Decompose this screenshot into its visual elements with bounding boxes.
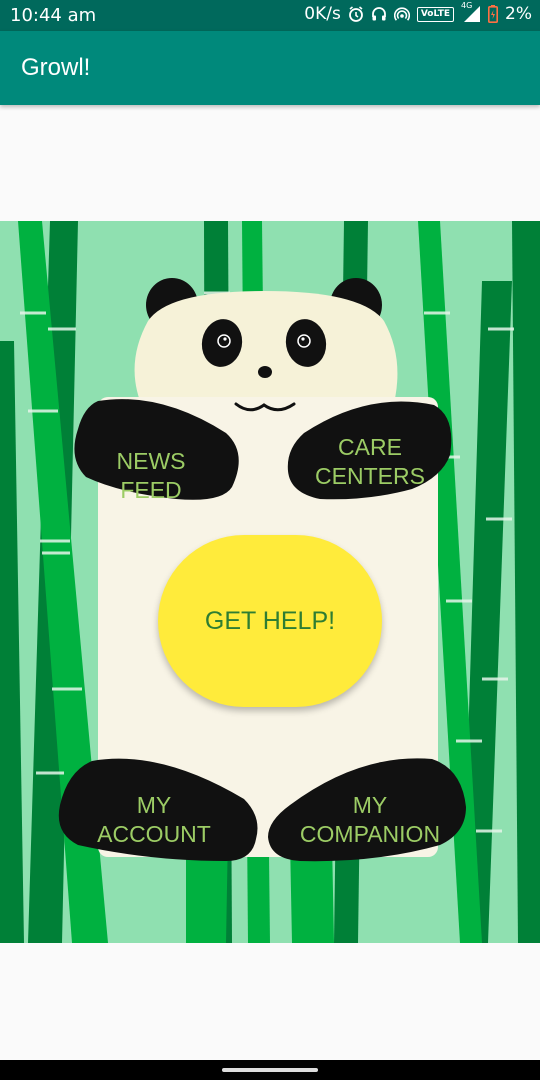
system-nav-bar [0, 1060, 540, 1080]
panda-menu-scene: NEWS FEED CARE CENTERS GET HELP! MY ACCO… [0, 221, 540, 943]
battery-icon [488, 5, 499, 23]
status-icons: 0K/s VoLTE 4G 2% [304, 1, 532, 24]
my-account-label: MY ACCOUNT [97, 792, 211, 847]
app-title: Growl! [21, 54, 91, 81]
news-feed-button[interactable]: NEWS FEED [84, 447, 218, 505]
alarm-icon [348, 6, 363, 22]
network-speed: 0K/s [304, 4, 341, 24]
status-time: 10:44 am [10, 5, 97, 26]
volte-icon: VoLTE [416, 6, 455, 22]
battery-percent: 2% [505, 4, 532, 24]
app-bar: Growl! [0, 31, 540, 105]
home-gesture-handle[interactable] [222, 1068, 318, 1072]
my-account-button[interactable]: MY ACCOUNT [84, 791, 224, 849]
get-help-button[interactable]: GET HELP! [158, 535, 382, 707]
hotspot-icon [393, 7, 410, 21]
care-centers-label: CARE CENTERS [315, 434, 425, 489]
status-bar: 10:44 am 0K/s VoLTE 4G 2% [0, 0, 540, 31]
my-companion-label: MY COMPANION [299, 792, 441, 847]
signal-icon: 4G [461, 1, 481, 23]
care-centers-button[interactable]: CARE CENTERS [300, 433, 440, 491]
my-companion-button[interactable]: MY COMPANION [290, 791, 450, 849]
headset-icon [371, 7, 386, 21]
panda-nose [258, 366, 272, 378]
